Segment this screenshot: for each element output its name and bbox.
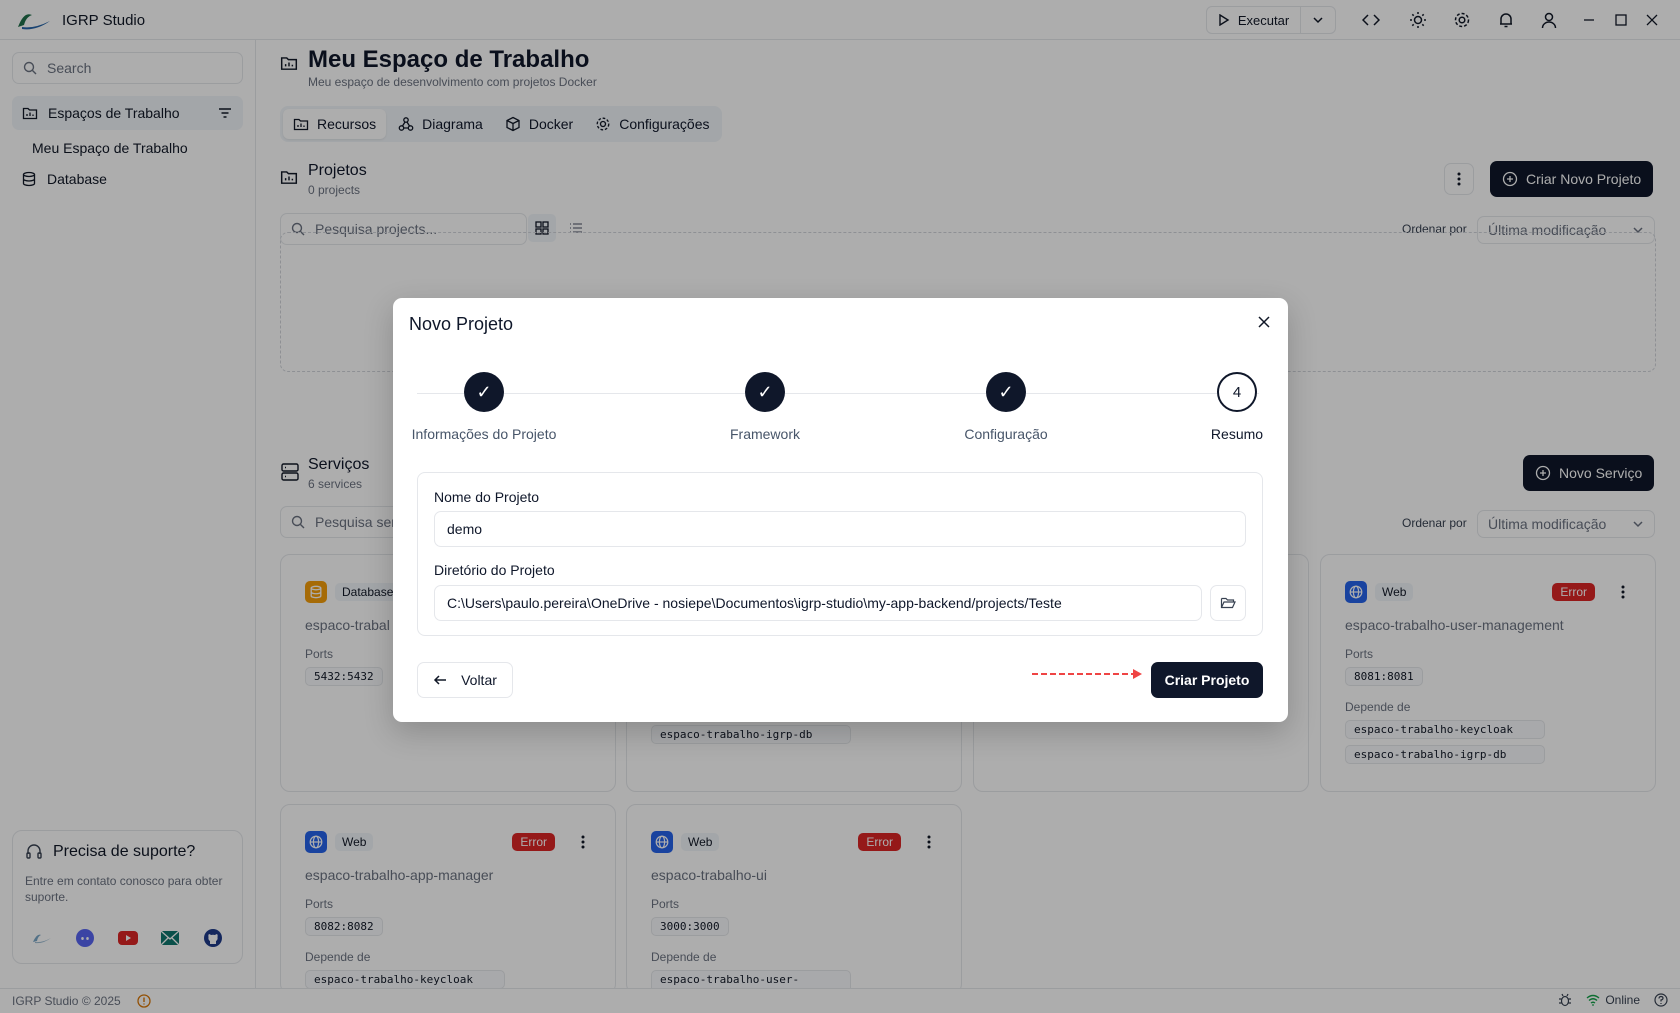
step-configuration: ✓ Configuração bbox=[906, 372, 1106, 442]
step-label: Configuração bbox=[964, 426, 1048, 442]
browse-folder-button[interactable] bbox=[1210, 585, 1246, 621]
folder-open-icon bbox=[1220, 597, 1236, 609]
project-name-label: Nome do Projeto bbox=[434, 489, 540, 505]
step-number: 4 bbox=[1217, 372, 1257, 412]
step-check: ✓ bbox=[464, 372, 504, 412]
step-project-info: ✓ Informações do Projeto bbox=[384, 372, 584, 442]
close-icon[interactable] bbox=[1256, 314, 1272, 330]
step-summary: 4 Resumo bbox=[1137, 372, 1337, 442]
project-name-field[interactable]: demo bbox=[434, 511, 1246, 547]
dialog-title: Novo Projeto bbox=[409, 314, 514, 334]
new-project-dialog: Novo Projeto ✓ Informações do Projeto ✓ … bbox=[393, 298, 1288, 722]
dashed-arrow-icon bbox=[1032, 669, 1142, 679]
create-project-button[interactable]: Criar Projeto bbox=[1151, 662, 1263, 698]
back-button[interactable]: Voltar bbox=[417, 662, 513, 698]
step-framework: ✓ Framework bbox=[665, 372, 865, 442]
arrow-left-icon bbox=[434, 675, 447, 685]
step-check: ✓ bbox=[745, 372, 785, 412]
summary-panel: Nome do Projeto demo Diretório do Projet… bbox=[417, 472, 1263, 636]
project-dir-field[interactable]: C:\Users\paulo.pereira\OneDrive - nosiep… bbox=[434, 585, 1202, 621]
step-label: Framework bbox=[729, 426, 800, 442]
step-label: Informações do Projeto bbox=[411, 426, 557, 442]
step-check: ✓ bbox=[986, 372, 1026, 412]
step-label: Resumo bbox=[1210, 426, 1264, 442]
project-dir-label: Diretório do Projeto bbox=[434, 562, 555, 578]
